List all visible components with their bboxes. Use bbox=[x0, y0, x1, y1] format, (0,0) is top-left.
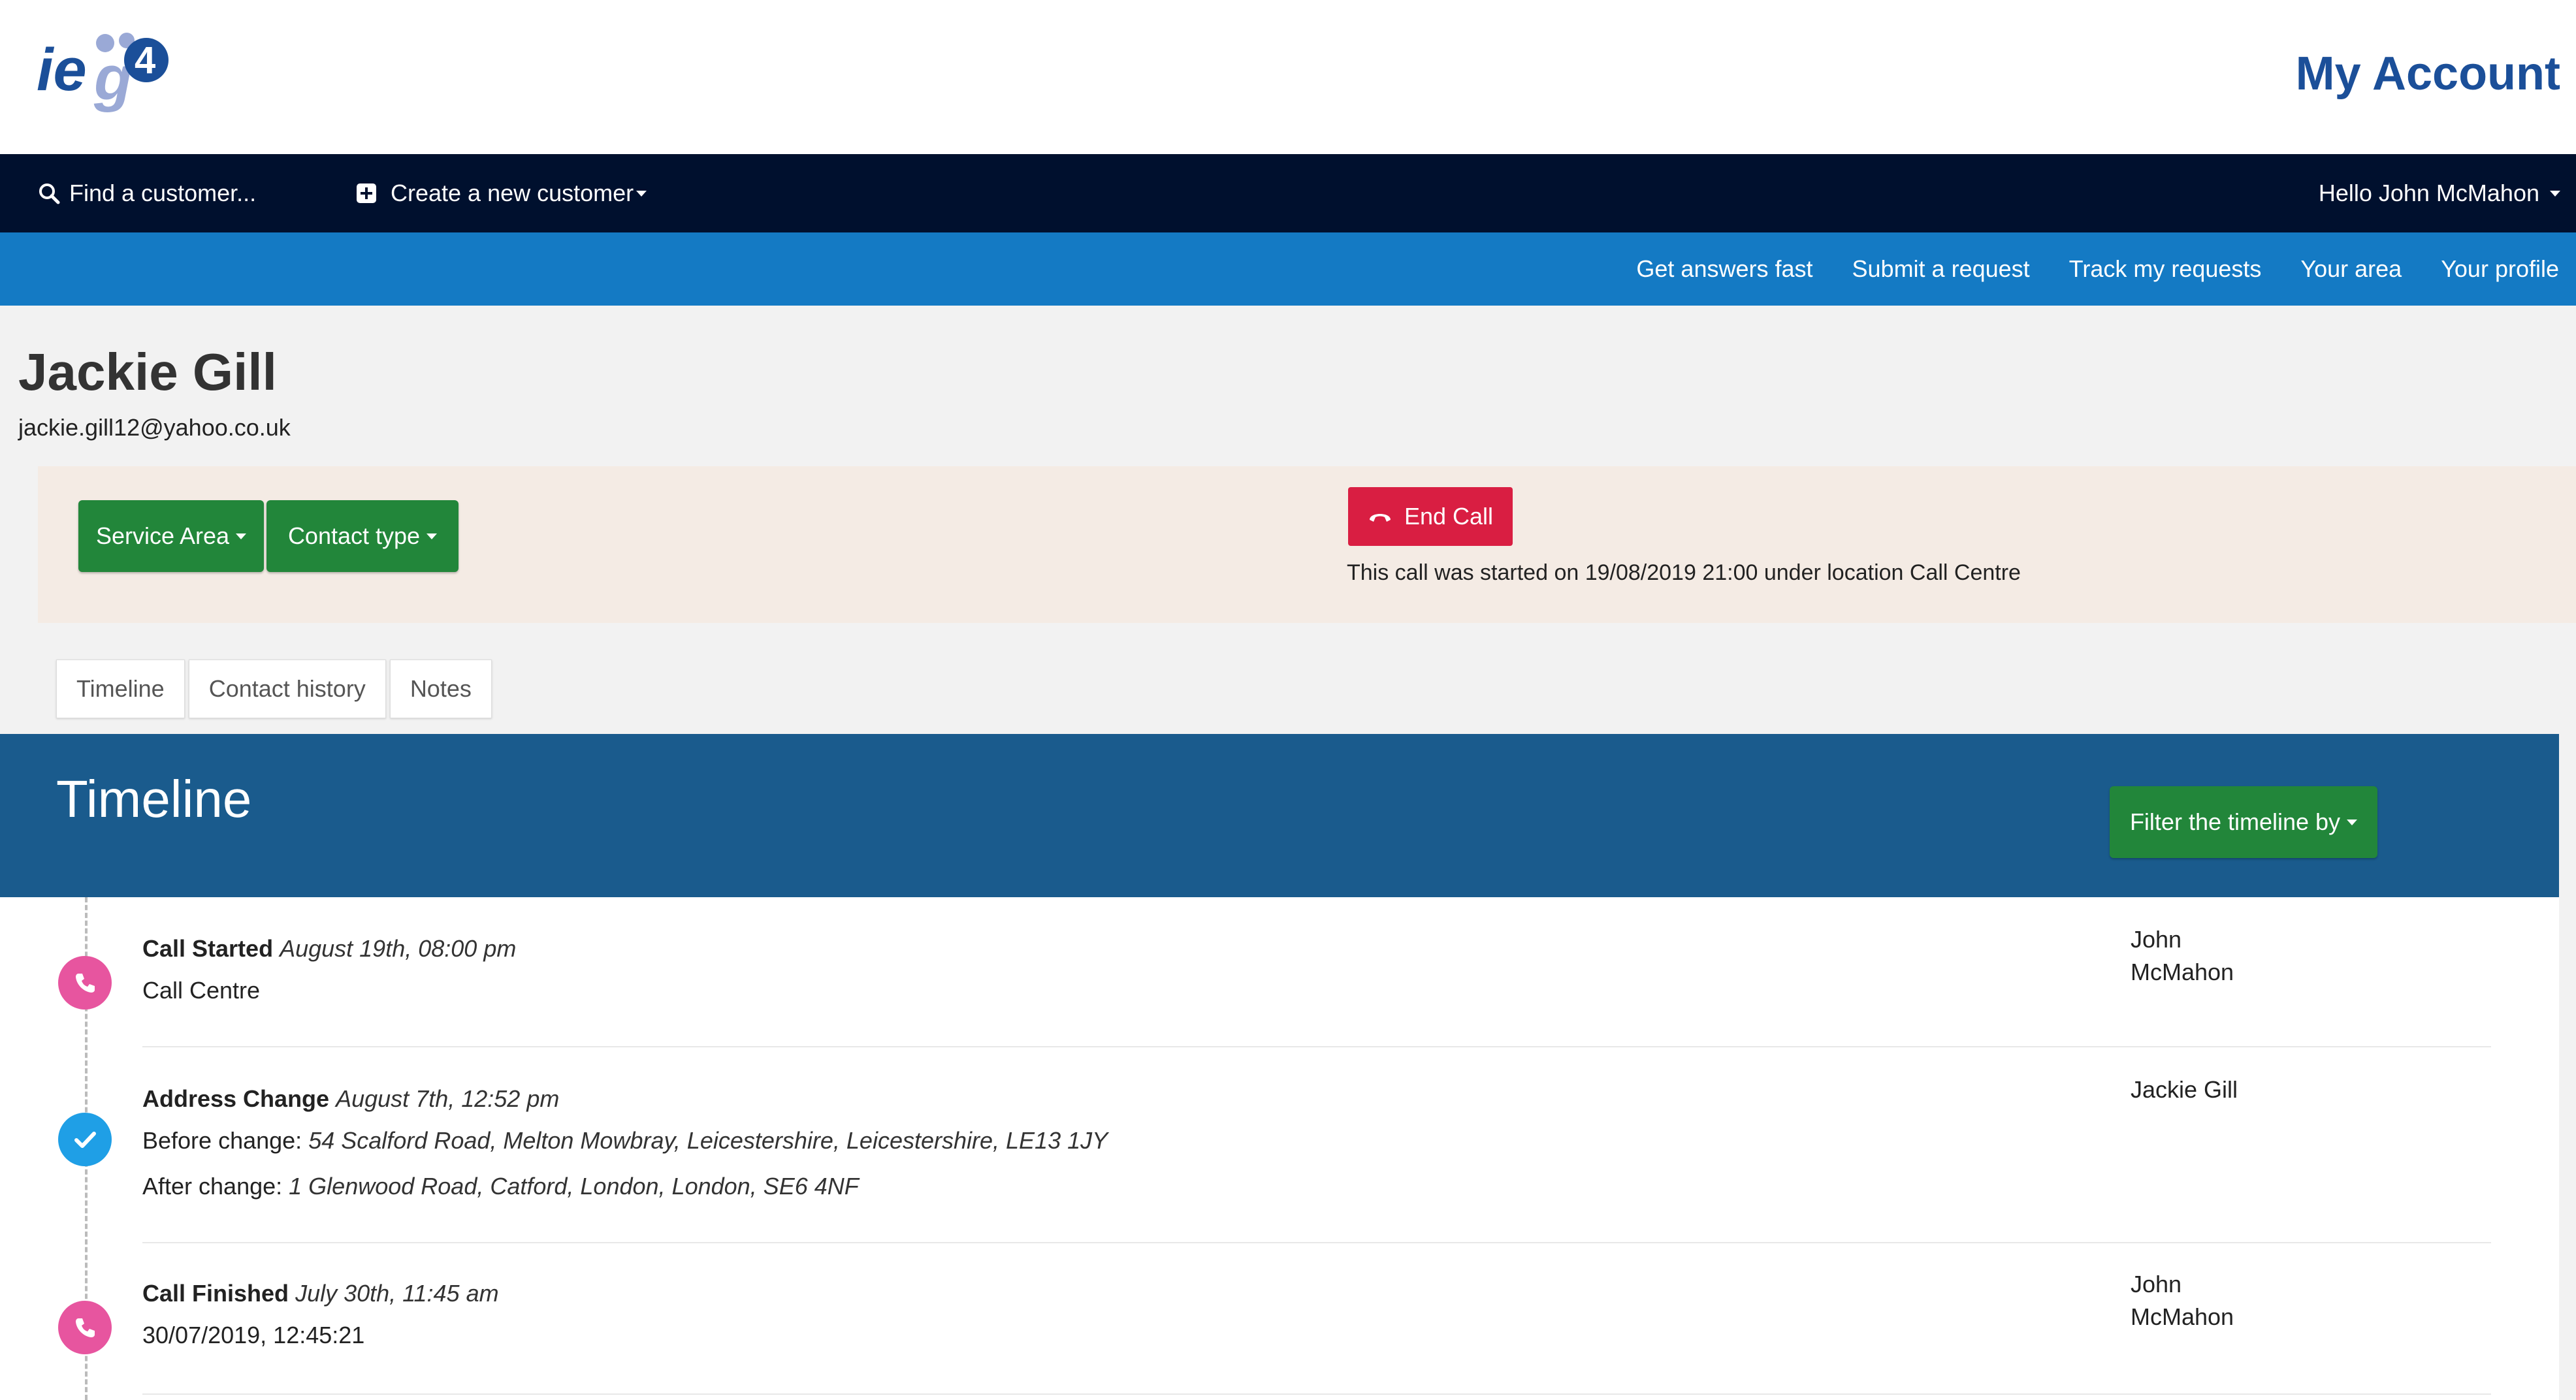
page: ie g 4 My Account Find a customer... Cre… bbox=[0, 0, 2576, 1400]
svg-text:ie: ie bbox=[37, 37, 87, 103]
event-detail: Call Centre bbox=[142, 977, 261, 1004]
tab-bar: Timeline Contact history Notes bbox=[56, 660, 496, 718]
timeline-event-title: Call Finished July 30th, 11:45 am bbox=[142, 1280, 499, 1307]
contact-type-label: Contact type bbox=[287, 522, 421, 549]
nav-your-area[interactable]: Your area bbox=[2300, 255, 2402, 283]
timeline-event-title: Call Started August 19th, 08:00 pm bbox=[142, 935, 516, 963]
nav-your-profile[interactable]: Your profile bbox=[2441, 255, 2559, 283]
before-value: 54 Scalford Road, Melton Mowbray, Leices… bbox=[308, 1127, 1108, 1154]
find-customer-link[interactable]: Find a customer... bbox=[38, 154, 256, 232]
hang-up-icon bbox=[1368, 509, 1393, 524]
tab-notes[interactable]: Notes bbox=[389, 660, 492, 718]
customer-name: Jackie Gill bbox=[18, 343, 277, 401]
event-user-line: John bbox=[2131, 1271, 2182, 1297]
after-value: 1 Glenwood Road, Catford, London, London… bbox=[289, 1173, 859, 1200]
phone-icon bbox=[58, 956, 112, 1010]
nav-submit-request[interactable]: Submit a request bbox=[1852, 255, 2030, 283]
chevron-down-icon bbox=[236, 533, 247, 539]
top-header: ie g 4 My Account bbox=[0, 0, 2576, 154]
user-menu-dropdown[interactable]: Hello John McMahon bbox=[2319, 154, 2560, 232]
timeline-event-title: Address Change August 7th, 12:52 pm bbox=[142, 1085, 559, 1113]
tab-contact-history[interactable]: Contact history bbox=[188, 660, 386, 718]
before-label: Before change: bbox=[142, 1127, 302, 1154]
plus-square-icon bbox=[357, 183, 376, 203]
timeline-header: Timeline Filter the timeline by bbox=[0, 734, 2559, 897]
after-label: After change: bbox=[142, 1173, 283, 1200]
service-area-label: Service Area bbox=[95, 522, 230, 549]
ieg4-logo[interactable]: ie g 4 bbox=[37, 26, 174, 118]
nav-get-answers-fast[interactable]: Get answers fast bbox=[1636, 255, 1812, 283]
event-detail: 30/07/2019, 12:45:21 bbox=[142, 1322, 365, 1348]
event-user-line: McMahon bbox=[2131, 1303, 2234, 1330]
event-user-line: John bbox=[2131, 926, 2182, 953]
nav-track-requests[interactable]: Track my requests bbox=[2069, 255, 2262, 283]
timeline-list: Call Started August 19th, 08:00 pm Call … bbox=[0, 897, 2559, 1400]
chevron-down-icon bbox=[427, 533, 438, 539]
phone-icon bbox=[58, 1301, 112, 1354]
create-customer-label: Create a new customer bbox=[391, 180, 634, 206]
secondary-nav: Get answers fast Submit a request Track … bbox=[0, 232, 2576, 306]
page-title: My Account bbox=[2295, 48, 2560, 100]
event-date: August 19th, 08:00 pm bbox=[280, 935, 517, 962]
chevron-down-icon bbox=[2347, 819, 2358, 825]
event-after-change: After change: 1 Glenwood Road, Catford, … bbox=[142, 1173, 859, 1200]
end-call-label: End Call bbox=[1404, 503, 1494, 530]
tab-timeline[interactable]: Timeline bbox=[56, 660, 185, 718]
check-icon bbox=[58, 1113, 112, 1166]
service-area-dropdown[interactable]: Service Area bbox=[78, 500, 264, 572]
event-date: August 7th, 12:52 pm bbox=[336, 1085, 560, 1112]
find-customer-label: Find a customer... bbox=[69, 180, 257, 206]
event-before-change: Before change: 54 Scalford Road, Melton … bbox=[142, 1127, 1108, 1154]
timeline-filter-dropdown[interactable]: Filter the timeline by bbox=[2110, 786, 2377, 858]
event-type: Address Change bbox=[142, 1085, 330, 1112]
create-customer-dropdown[interactable]: Create a new customer bbox=[357, 154, 647, 232]
event-type: Call Started bbox=[142, 935, 274, 962]
timeline-divider bbox=[142, 1046, 2491, 1047]
timeline-divider bbox=[142, 1393, 2491, 1395]
search-icon bbox=[38, 182, 60, 204]
event-user: John McMahon bbox=[2131, 923, 2326, 989]
event-user: John McMahon bbox=[2131, 1268, 2326, 1333]
user-greeting: Hello John McMahon bbox=[2318, 180, 2539, 206]
event-user: Jackie Gill bbox=[2131, 1076, 2238, 1103]
timeline-title: Timeline bbox=[56, 770, 252, 828]
chevron-down-icon bbox=[636, 190, 647, 197]
chevron-down-icon bbox=[2550, 190, 2560, 197]
end-call-button[interactable]: End Call bbox=[1348, 487, 1513, 546]
call-started-info: This call was started on 19/08/2019 21:0… bbox=[1347, 560, 2021, 585]
contact-type-dropdown[interactable]: Contact type bbox=[266, 500, 459, 572]
timeline-divider bbox=[142, 1242, 2491, 1243]
event-user-line: McMahon bbox=[2131, 959, 2234, 985]
primary-nav: Find a customer... Create a new customer… bbox=[0, 154, 2576, 232]
customer-email: jackie.gill12@yahoo.co.uk bbox=[18, 414, 291, 441]
filter-label: Filter the timeline by bbox=[2129, 808, 2341, 835]
event-type: Call Finished bbox=[142, 1280, 289, 1307]
event-date: July 30th, 11:45 am bbox=[295, 1280, 499, 1307]
svg-text:4: 4 bbox=[135, 39, 155, 82]
